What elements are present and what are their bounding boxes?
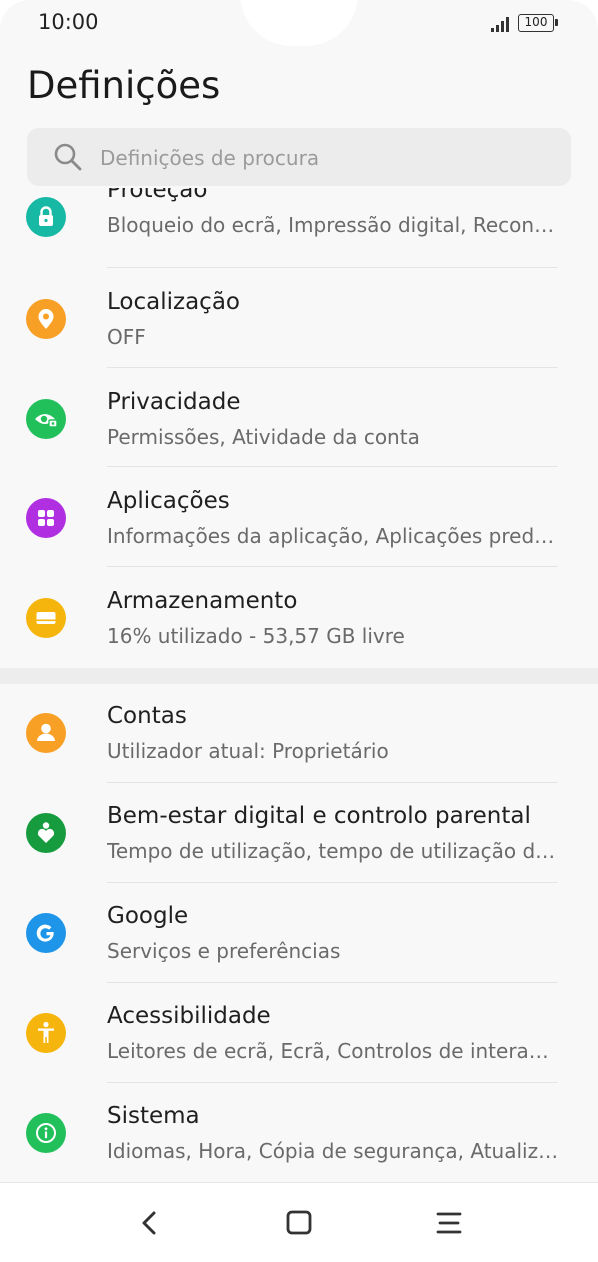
storage-icon <box>26 598 66 638</box>
person-icon <box>26 713 66 753</box>
settings-item-title: Contas <box>107 703 187 729</box>
settings-item-subtitle: Tempo de utilização, tempo de utilização… <box>107 839 559 863</box>
settings-item-contas[interactable]: Contas Utilizador atual: Proprietário <box>0 684 598 783</box>
settings-item-subtitle: 16% utilizado - 53,57 GB livre <box>107 624 405 648</box>
settings-item-subtitle: OFF <box>107 325 146 349</box>
settings-item-title: Localização <box>107 289 240 315</box>
settings-item-subtitle: Utilizador atual: Proprietário <box>107 739 389 763</box>
settings-item-title: Sistema <box>107 1103 200 1129</box>
settings-item-subtitle: Leitores de ecrã, Ecrã, Controlos de int… <box>107 1039 559 1063</box>
screen-corner <box>568 0 598 30</box>
settings-item-sistema[interactable]: Sistema Idiomas, Hora, Cópia de seguranç… <box>0 1083 598 1182</box>
menu-icon[interactable] <box>427 1201 471 1245</box>
status-time: 10:00 <box>38 10 99 34</box>
settings-item-google[interactable]: Google Serviços e preferências <box>0 883 598 982</box>
info-icon <box>26 1113 66 1153</box>
battery-icon: 100 <box>518 14 558 32</box>
section-separator <box>0 668 598 684</box>
search-icon <box>54 143 82 171</box>
settings-list: Proteção Bloqueio do ecrã, Impressão dig… <box>0 188 598 1182</box>
home-icon[interactable] <box>277 1201 321 1245</box>
settings-item-localizacao[interactable]: Localização OFF <box>0 268 598 367</box>
settings-item-aplicacoes[interactable]: Aplicações Informações da aplicação, Apl… <box>0 467 598 566</box>
settings-item-subtitle: Bloqueio do ecrã, Impressão digital, Rec… <box>107 213 559 237</box>
google-g-icon <box>26 913 66 953</box>
search-bar[interactable]: Definições de procura <box>27 128 571 186</box>
settings-item-title: Privacidade <box>107 389 241 415</box>
settings-item-title: Acessibilidade <box>107 1003 271 1029</box>
location-pin-icon <box>26 299 66 339</box>
settings-item-privacidade[interactable]: Privacidade Permissões, Atividade da con… <box>0 368 598 467</box>
settings-item-armazenamento[interactable]: Armazenamento 16% utilizado - 53,57 GB l… <box>0 567 598 666</box>
settings-item-subtitle: Serviços e preferências <box>107 939 341 963</box>
lock-icon <box>26 197 66 237</box>
camera-notch <box>240 0 358 46</box>
settings-item-subtitle: Informações da aplicação, Aplicações pre… <box>107 524 559 548</box>
status-bar: 10:00 100 <box>0 0 598 50</box>
page-title: Definições <box>27 64 221 107</box>
settings-item-title: Armazenamento <box>107 588 298 614</box>
accessibility-icon <box>26 1013 66 1053</box>
settings-item-title: Bem-estar digital e controlo parental <box>107 803 531 829</box>
navigation-bar <box>0 1182 598 1262</box>
screen-corner <box>0 0 30 30</box>
signal-icon <box>491 17 509 32</box>
back-icon[interactable] <box>128 1201 172 1245</box>
settings-item-bem-estar-digital[interactable]: Bem-estar digital e controlo parental Te… <box>0 783 598 882</box>
settings-item-title: Google <box>107 903 189 929</box>
settings-screen: 10:00 100 Definições Definições de procu… <box>0 0 598 1262</box>
search-placeholder: Definições de procura <box>100 146 320 170</box>
eye-lock-icon <box>26 399 66 439</box>
settings-item-title: Proteção <box>107 188 208 203</box>
settings-item-acessibilidade[interactable]: Acessibilidade Leitores de ecrã, Ecrã, C… <box>0 983 598 1082</box>
apps-grid-icon <box>26 498 66 538</box>
wellbeing-heart-icon <box>26 813 66 853</box>
settings-item-subtitle: Idiomas, Hora, Cópia de segurança, Atual… <box>107 1139 559 1163</box>
settings-item-protecao[interactable]: Proteção Bloqueio do ecrã, Impressão dig… <box>0 188 598 262</box>
settings-item-title: Aplicações <box>107 488 230 514</box>
settings-item-subtitle: Permissões, Atividade da conta <box>107 425 420 449</box>
